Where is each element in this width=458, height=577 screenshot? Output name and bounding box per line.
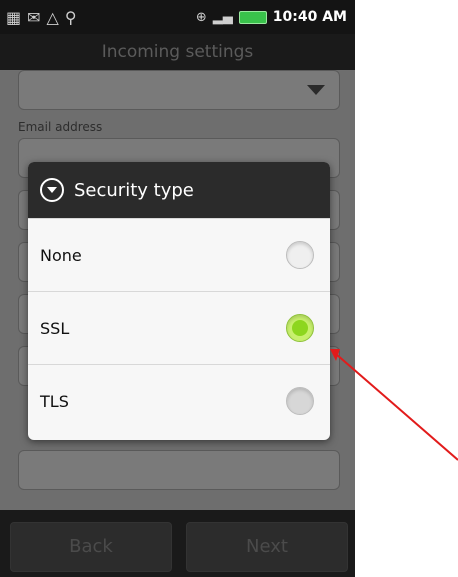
annotation-arrow	[330, 349, 458, 461]
